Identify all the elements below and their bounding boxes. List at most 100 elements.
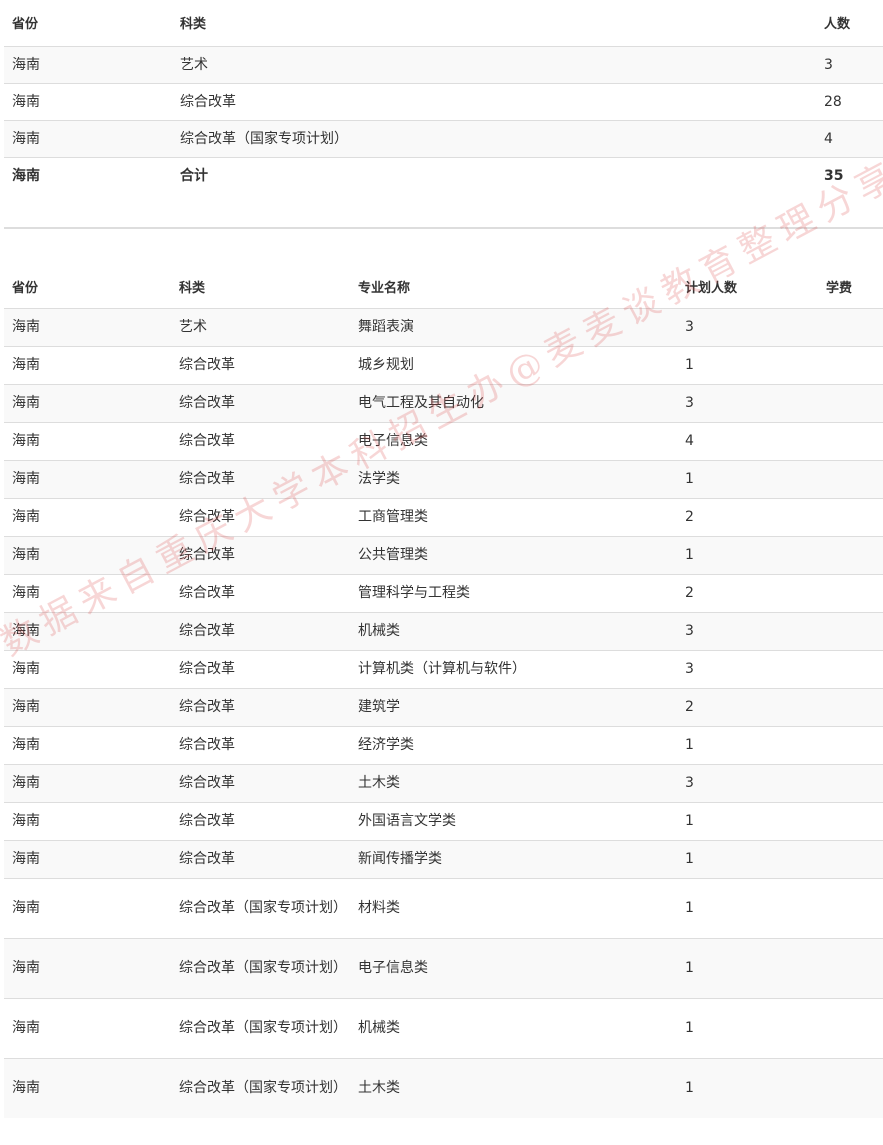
table-row: 海南 综合改革（国家专项计划） 机械类 1 (4, 997, 883, 1058)
table-row: 海南 综合改革 电气工程及其自动化 3 (4, 383, 883, 422)
cell-category: 综合改革（国家专项计划） (171, 937, 350, 998)
cell-plan-count: 1 (677, 937, 818, 998)
cell-major: 新闻传播学类 (350, 839, 677, 878)
cell-tuition (818, 839, 883, 878)
table-row: 海南 艺术 舞蹈表演 3 (4, 307, 883, 346)
cell-major: 电子信息类 (350, 937, 677, 998)
cell-plan-count: 2 (677, 687, 818, 726)
cell-tuition (818, 573, 883, 612)
cell-province: 海南 (4, 763, 171, 802)
table-row: 海南 综合改革 工商管理类 2 (4, 497, 883, 536)
table-row: 海南 综合改革 机械类 3 (4, 611, 883, 650)
cell-tuition (818, 937, 883, 998)
cell-province: 海南 (4, 459, 171, 498)
cell-plan-count: 1 (677, 997, 818, 1058)
summary-table: 省份 科类 人数 海南 艺术 3 海南 综合改革 28 海南 综合改革（国家专项… (4, 0, 883, 194)
cell-category: 综合改革（国家专项计划） (172, 119, 816, 157)
cell-plan-count: 1 (677, 459, 818, 498)
detail-header-plan-count: 计划人数 (685, 281, 738, 297)
cell-tuition (818, 725, 883, 764)
detail-header-major: 专业名称 (358, 281, 411, 297)
cell-plan-count: 1 (677, 877, 818, 938)
cell-province: 海南 (4, 45, 172, 83)
cell-category: 综合改革 (171, 687, 350, 726)
cell-province: 海南 (4, 877, 171, 938)
cell-major: 建筑学 (350, 687, 677, 726)
cell-category: 综合改革 (171, 497, 350, 536)
cell-category: 综合改革 (171, 649, 350, 688)
cell-tuition (818, 687, 883, 726)
cell-count: 3 (816, 45, 883, 83)
cell-category: 综合改革 (171, 383, 350, 422)
cell-plan-count: 1 (677, 1057, 818, 1118)
cell-category: 综合改革 (171, 535, 350, 574)
table-row: 海南 综合改革 新闻传播学类 1 (4, 839, 883, 878)
cell-category: 综合改革 (171, 725, 350, 764)
cell-major: 土木类 (350, 1057, 677, 1118)
summary-header-row: 省份 科类 人数 (4, 0, 883, 46)
cell-plan-count: 1 (677, 535, 818, 574)
summary-header-category: 科类 (180, 17, 207, 33)
total-label: 合计 (172, 156, 816, 194)
cell-province: 海南 (4, 345, 171, 384)
cell-province: 海南 (4, 82, 172, 120)
cell-plan-count: 2 (677, 497, 818, 536)
cell-major: 城乡规划 (350, 345, 677, 384)
cell-tuition (818, 535, 883, 574)
cell-province: 海南 (4, 725, 171, 764)
cell-plan-count: 3 (677, 763, 818, 802)
table-row: 海南 综合改革（国家专项计划） 电子信息类 1 (4, 937, 883, 998)
cell-major: 土木类 (350, 763, 677, 802)
summary-header-province: 省份 (12, 17, 39, 33)
cell-major: 材料类 (350, 877, 677, 938)
cell-tuition (818, 1057, 883, 1118)
cell-plan-count: 3 (677, 383, 818, 422)
summary-header-count: 人数 (824, 17, 851, 33)
cell-plan-count: 3 (677, 611, 818, 650)
page: 省份 科类 人数 海南 艺术 3 海南 综合改革 28 海南 综合改革（国家专项… (0, 0, 883, 1145)
table-row: 海南 综合改革 公共管理类 1 (4, 535, 883, 574)
cell-major: 管理科学与工程类 (350, 573, 677, 612)
cell-province: 海南 (4, 383, 171, 422)
cell-category: 综合改革（国家专项计划） (171, 877, 350, 938)
cell-category: 综合改革 (171, 839, 350, 878)
cell-province: 海南 (4, 307, 171, 346)
cell-major: 机械类 (350, 611, 677, 650)
cell-plan-count: 1 (677, 801, 818, 840)
cell-tuition (818, 877, 883, 938)
cell-tuition (818, 383, 883, 422)
cell-province: 海南 (4, 649, 171, 688)
section-divider (4, 227, 883, 229)
cell-major: 机械类 (350, 997, 677, 1058)
table-row: 海南 综合改革 城乡规划 1 (4, 345, 883, 384)
cell-province: 海南 (4, 611, 171, 650)
cell-plan-count: 1 (677, 839, 818, 878)
cell-province: 海南 (4, 687, 171, 726)
table-row: 海南 综合改革 外国语言文学类 1 (4, 801, 883, 840)
table-row: 海南 综合改革 土木类 3 (4, 763, 883, 802)
detail-table: 省份 科类 专业名称 计划人数 学费 海南 艺术 舞蹈表演 3 海南 综合改革 城乡规划 1 海… (4, 266, 883, 1118)
cell-province: 海南 (4, 535, 171, 574)
cell-major: 电气工程及其自动化 (350, 383, 677, 422)
cell-category: 综合改革 (171, 459, 350, 498)
detail-header-row: 省份 科类 专业名称 计划人数 学费 (4, 266, 883, 308)
total-count: 35 (816, 156, 883, 194)
cell-province: 海南 (4, 937, 171, 998)
cell-province: 海南 (4, 421, 171, 460)
cell-category: 艺术 (172, 45, 816, 83)
cell-major: 电子信息类 (350, 421, 677, 460)
cell-category: 综合改革 (171, 345, 350, 384)
cell-category: 综合改革 (171, 421, 350, 460)
cell-major: 工商管理类 (350, 497, 677, 536)
table-row: 海南 综合改革（国家专项计划） 4 (4, 119, 883, 157)
cell-plan-count: 2 (677, 573, 818, 612)
table-row: 海南 综合改革 建筑学 2 (4, 687, 883, 726)
cell-major: 公共管理类 (350, 535, 677, 574)
cell-plan-count: 1 (677, 725, 818, 764)
table-row: 海南 综合改革 经济学类 1 (4, 725, 883, 764)
cell-tuition (818, 459, 883, 498)
cell-category: 综合改革 (171, 763, 350, 802)
cell-tuition (818, 763, 883, 802)
cell-province: 海南 (4, 839, 171, 878)
cell-major: 计算机类（计算机与软件） (350, 649, 677, 688)
